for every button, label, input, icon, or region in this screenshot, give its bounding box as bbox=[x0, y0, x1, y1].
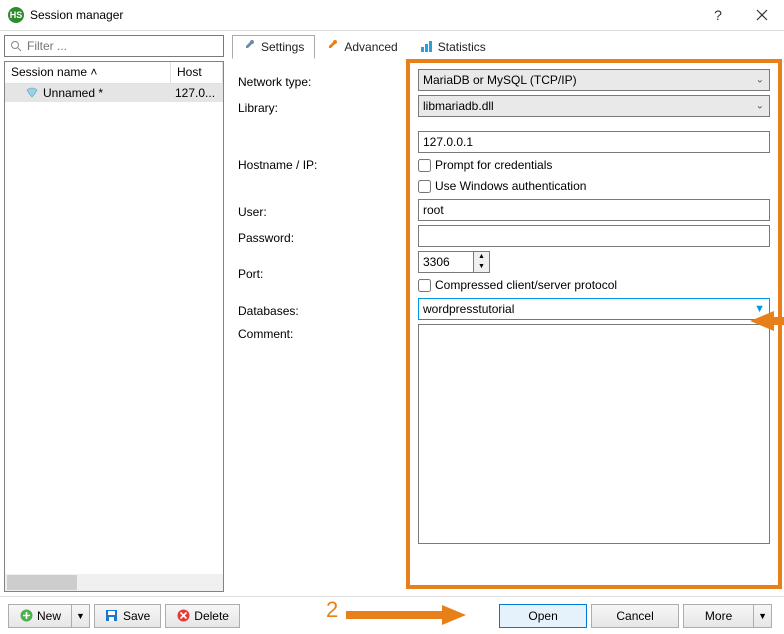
app-icon: HS bbox=[8, 7, 24, 23]
spinner-down[interactable]: ▼ bbox=[474, 262, 489, 272]
more-button[interactable]: More bbox=[683, 604, 753, 628]
library-select[interactable]: libmariadb.dll bbox=[418, 95, 770, 117]
compressed-checkbox[interactable] bbox=[418, 279, 431, 292]
annotation-arrow-2 bbox=[346, 605, 466, 625]
session-row[interactable]: Unnamed * 127.0... bbox=[5, 84, 223, 102]
comment-field[interactable] bbox=[418, 324, 770, 544]
comment-label: Comment: bbox=[238, 324, 418, 341]
chevron-down-icon: ▼ bbox=[758, 611, 767, 621]
password-label: Password: bbox=[238, 228, 418, 245]
databases-field-wrap[interactable]: ▼ bbox=[418, 298, 770, 320]
floppy-icon bbox=[105, 609, 119, 623]
hostname-label: Hostname / IP: bbox=[238, 155, 418, 172]
annotation-number-2: 2 bbox=[326, 597, 338, 623]
tab-advanced[interactable]: Advanced bbox=[315, 35, 408, 59]
library-label: Library: bbox=[238, 98, 418, 115]
tab-strip: Settings Advanced Statistics bbox=[232, 35, 776, 59]
spinner-up[interactable]: ▲ bbox=[474, 252, 489, 262]
databases-field[interactable] bbox=[423, 302, 754, 316]
prompt-credentials-label: Prompt for credentials bbox=[435, 158, 552, 172]
settings-form: Network type: MariaDB or MySQL (TCP/IP) … bbox=[232, 59, 776, 592]
list-body: Unnamed * 127.0... bbox=[5, 84, 223, 574]
more-button-dropdown[interactable]: ▼ bbox=[753, 604, 772, 628]
search-icon bbox=[9, 39, 23, 53]
user-label: User: bbox=[238, 202, 418, 219]
compressed-label: Compressed client/server protocol bbox=[435, 278, 617, 292]
network-type-select[interactable]: MariaDB or MySQL (TCP/IP) bbox=[418, 69, 770, 91]
session-list: Session name ˄ Host Unnamed * 127.0... bbox=[4, 61, 224, 592]
footer: New ▼ Save Delete 2 Open Cancel More ▼ bbox=[0, 596, 784, 634]
open-button[interactable]: Open bbox=[499, 604, 587, 628]
port-spinner[interactable]: ▲▼ bbox=[474, 251, 490, 273]
delete-icon bbox=[176, 609, 190, 623]
new-button-split: New ▼ bbox=[8, 604, 90, 628]
horizontal-scrollbar[interactable] bbox=[5, 574, 223, 591]
filter-box[interactable] bbox=[4, 35, 224, 57]
main-area: Session name ˄ Host Unnamed * 127.0... bbox=[0, 30, 784, 596]
new-button-dropdown[interactable]: ▼ bbox=[71, 604, 90, 628]
chevron-down-icon: ▼ bbox=[76, 611, 85, 621]
scroll-thumb[interactable] bbox=[7, 575, 77, 590]
window-title: Session manager bbox=[30, 8, 696, 22]
network-type-label: Network type: bbox=[238, 72, 418, 89]
col-session-name[interactable]: Session name ˄ bbox=[5, 62, 171, 83]
help-button[interactable]: ? bbox=[696, 0, 740, 30]
dropdown-icon[interactable]: ▼ bbox=[754, 303, 765, 315]
col-host[interactable]: Host bbox=[171, 62, 223, 83]
session-host-text: 127.0... bbox=[171, 86, 223, 100]
port-label: Port: bbox=[238, 264, 418, 281]
hostname-field[interactable] bbox=[418, 131, 770, 153]
save-button[interactable]: Save bbox=[94, 604, 161, 628]
new-button[interactable]: New bbox=[8, 604, 71, 628]
bar-chart-icon bbox=[420, 40, 434, 54]
prompt-credentials-checkbox[interactable] bbox=[418, 159, 431, 172]
port-field[interactable] bbox=[418, 251, 474, 273]
tab-settings[interactable]: Settings bbox=[232, 35, 315, 59]
wrench-icon bbox=[243, 40, 257, 54]
windows-auth-label: Use Windows authentication bbox=[435, 179, 586, 193]
close-button[interactable] bbox=[740, 0, 784, 30]
list-header[interactable]: Session name ˄ Host bbox=[5, 62, 223, 84]
more-button-split: More ▼ bbox=[683, 604, 772, 628]
right-panel: Settings Advanced Statistics Network typ… bbox=[228, 31, 784, 596]
session-icon bbox=[25, 86, 39, 100]
plus-icon bbox=[19, 609, 33, 623]
filter-input[interactable] bbox=[27, 39, 219, 53]
databases-label: Databases: bbox=[238, 301, 418, 318]
left-panel: Session name ˄ Host Unnamed * 127.0... bbox=[0, 31, 228, 596]
session-name-text: Unnamed * bbox=[43, 86, 103, 100]
delete-button[interactable]: Delete bbox=[165, 604, 240, 628]
password-field[interactable] bbox=[418, 225, 770, 247]
titlebar: HS Session manager ? bbox=[0, 0, 784, 30]
user-field[interactable] bbox=[418, 199, 770, 221]
wrench-icon-orange bbox=[326, 40, 340, 54]
cancel-button[interactable]: Cancel bbox=[591, 604, 679, 628]
tab-statistics[interactable]: Statistics bbox=[409, 35, 497, 59]
windows-auth-checkbox[interactable] bbox=[418, 180, 431, 193]
